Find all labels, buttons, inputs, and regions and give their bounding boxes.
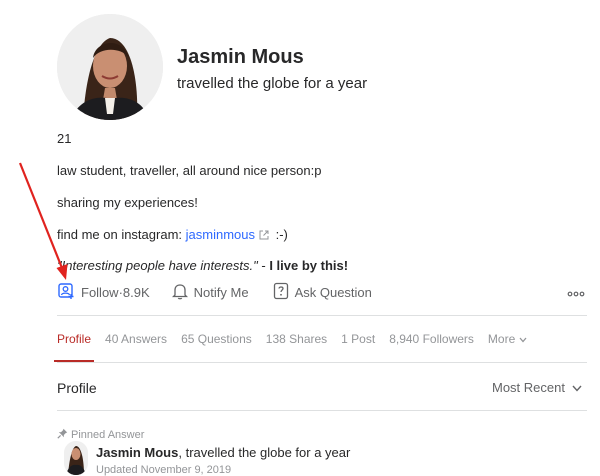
quote-text: "Interesting people have interests." <box>57 258 258 273</box>
profile-name: Jasmin Mous <box>177 46 304 68</box>
chevron-down-icon <box>572 380 582 395</box>
tab-questions[interactable]: 65 Questions <box>181 332 252 362</box>
quote-separator: - <box>257 258 270 273</box>
section-title: Profile <box>57 380 97 396</box>
tab-more-label: More <box>487 332 516 346</box>
bio-description: law student, traveller, all around nice … <box>57 163 322 178</box>
tab-answers[interactable]: 40 Answers <box>105 332 167 362</box>
notify-label: Notify Me <box>193 284 249 300</box>
profile-actions: Follow · 8.9K Notify Me Ask Question <box>57 282 372 302</box>
follow-label: Follow <box>81 284 119 300</box>
follow-button[interactable]: Follow · 8.9K <box>57 282 150 303</box>
external-link-icon <box>259 228 269 243</box>
pinned-text: Pinned Answer <box>71 429 145 441</box>
instagram-prefix: find me on instagram: <box>57 227 186 242</box>
pinned-author-name[interactable]: Jasmin Mous <box>96 445 178 460</box>
divider <box>57 315 587 316</box>
author-avatar[interactable] <box>64 441 88 475</box>
quote-emphasis: I live by this! <box>269 258 349 273</box>
profile-tabs: Profile 40 Answers 65 Questions 138 Shar… <box>53 332 541 362</box>
pinned-credential: , travelled the globe for a year <box>178 445 351 460</box>
tab-followers[interactable]: 8,940 Followers <box>389 332 474 362</box>
instagram-link[interactable]: jasminmous <box>186 227 255 242</box>
tab-profile[interactable]: Profile <box>53 332 95 362</box>
sort-label: Most Recent <box>492 380 565 395</box>
instagram-suffix: :-) <box>271 227 288 242</box>
bell-icon <box>171 282 194 303</box>
tabs-divider <box>57 362 587 363</box>
follow-count: 8.9K <box>122 284 150 300</box>
chevron-down-icon <box>519 332 527 346</box>
pinned-author-line: Jasmin Mous, travelled the globe for a y… <box>96 445 350 460</box>
tab-shares[interactable]: 138 Shares <box>266 332 327 362</box>
ask-question-button[interactable]: Ask Question <box>273 282 372 303</box>
question-icon <box>273 282 295 303</box>
bio-quote: "Interesting people have interests." - I… <box>57 258 348 273</box>
profile-tagline: travelled the globe for a year <box>177 75 368 92</box>
ask-label: Ask Question <box>294 284 372 300</box>
bio-sharing: sharing my experiences! <box>57 195 198 210</box>
section-divider <box>57 410 587 411</box>
tab-more[interactable]: More <box>488 332 527 362</box>
tab-posts[interactable]: 1 Post <box>341 332 375 362</box>
pin-icon <box>57 428 68 442</box>
pinned-date: Updated November 9, 2019 <box>96 464 232 476</box>
notify-me-button[interactable]: Notify Me <box>171 282 249 303</box>
more-options-icon[interactable] <box>567 285 585 303</box>
sort-dropdown[interactable]: Most Recent <box>492 380 582 395</box>
pinned-answer-label: Pinned Answer <box>57 428 144 442</box>
profile-avatar[interactable] <box>57 14 163 120</box>
follow-icon <box>57 282 81 303</box>
bio-instagram-line: find me on instagram: jasminmous :-) <box>57 227 288 243</box>
bio-age: 21 <box>57 131 72 146</box>
